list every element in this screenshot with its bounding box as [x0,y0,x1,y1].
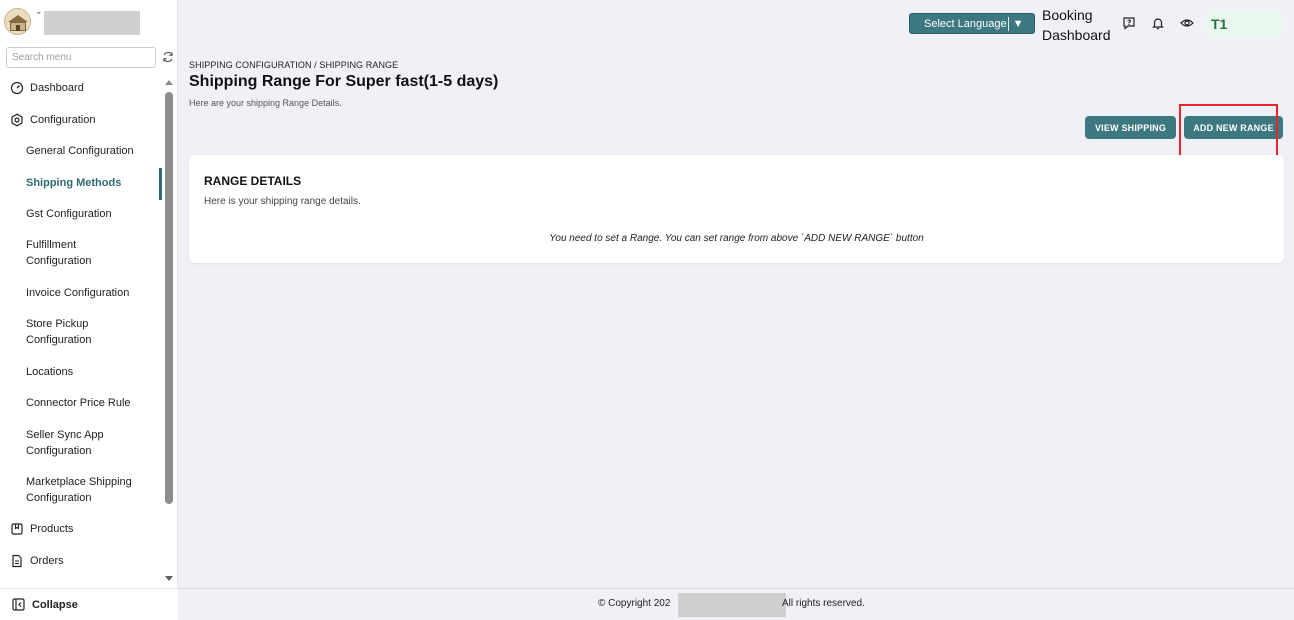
sidebar-item-label: Seller Sync App Configuration [26,429,104,457]
sidebar-item-label: Marketplace Shipping Configuration [26,476,132,504]
scrollbar-thumb[interactable] [165,92,173,504]
annotation-highlight-box [1179,104,1278,159]
sidebar-item-label: Connector Price Rule [26,397,131,409]
collapse-panel-icon [12,598,25,611]
copyright-suffix: All rights reserved. [782,598,865,609]
booking-dashboard-link[interactable]: Booking Dashboard [1042,5,1117,45]
store-logo-icon [4,8,31,35]
scroll-up-arrow-icon[interactable] [165,80,173,85]
sidebar-item-fulfillment-configuration[interactable]: Fulfillment Configuration [26,238,126,269]
sidebar-item-seller-sync-app-configuration[interactable]: Seller Sync App Configuration [26,428,126,459]
search-menu-input[interactable] [6,47,156,68]
eye-icon[interactable] [1180,16,1194,30]
collapse-sidebar-button[interactable]: Collapse [0,588,178,620]
sidebar-menu: Dashboard Configuration General Configur… [0,76,162,584]
copyright-redacted [678,593,786,617]
brand[interactable]: ˇ [4,8,174,36]
sidebar-item-label: Locations [26,366,74,378]
annotation-arrow-icon [1131,165,1203,219]
sidebar-item-label: Fulfillment Configuration [26,239,92,267]
sidebar-item-shipping-methods[interactable]: Shipping Methods [26,176,156,192]
card-title: RANGE DETAILS [204,174,302,188]
sidebar: ˇ Dashboard Configuration Gene [0,0,178,620]
dashboard-gauge-icon [10,81,24,95]
sidebar-item-label: Shipping Methods [26,177,122,189]
card-subtitle: Here is your shipping range details. [204,196,361,207]
sidebar-item-general-configuration[interactable]: General Configuration [26,144,156,160]
language-label: Select Language [924,17,1007,30]
sidebar-item-label: Configuration [30,114,96,126]
sidebar-item-marketplace-shipping-configuration[interactable]: Marketplace Shipping Configuration [26,475,146,506]
page-title: Shipping Range For Super fast(1-5 days) [189,73,499,90]
sidebar-item-label: Invoice Configuration [26,287,130,299]
breadcrumb: SHIPPING CONFIGURATION / SHIPPING RANGE [189,60,399,70]
chat-help-icon[interactable] [1122,16,1136,30]
sidebar-item-label: Products [30,523,74,535]
sidebar-item-store-pickup-configuration[interactable]: Store Pickup Configuration [26,317,126,348]
footer: © Copyright 202 All rights reserved. [178,588,1294,620]
orders-document-icon [12,554,22,568]
bell-icon[interactable] [1151,16,1165,30]
language-separator [1007,16,1009,31]
sidebar-item-configuration[interactable]: Configuration [10,113,162,127]
sidebar-item-gst-configuration[interactable]: Gst Configuration [26,207,156,223]
sidebar-scrollbar[interactable] [163,78,175,586]
brand-caret: ˇ [37,11,41,23]
range-details-card: RANGE DETAILS Here is your shipping rang… [189,155,1284,263]
scroll-down-arrow-icon[interactable] [165,576,173,581]
products-box-icon [11,523,23,535]
menu-search [6,47,174,68]
sidebar-item-label: Gst Configuration [26,208,112,220]
active-item-indicator [159,168,162,200]
select-language-button[interactable]: Select Language ▼ [909,13,1035,34]
sidebar-item-label: General Configuration [26,145,134,157]
empty-state-message: You need to set a Range. You can set ran… [549,233,924,244]
caret-down-icon: ▼ [1012,17,1024,30]
sidebar-item-dashboard[interactable]: Dashboard [10,81,162,95]
page-subtitle: Here are your shipping Range Details. [189,98,342,108]
store-name-redacted [44,11,140,35]
sidebar-item-locations[interactable]: Locations [26,365,156,381]
sidebar-item-label: Orders [30,555,64,567]
copyright-prefix: © Copyright 202 [598,598,671,609]
settings-icon [11,113,23,127]
view-shipping-button[interactable]: VIEW SHIPPING [1085,116,1176,139]
sidebar-item-orders[interactable]: Orders [10,554,162,568]
sidebar-item-label: Dashboard [30,82,84,94]
refresh-icon[interactable] [161,50,175,64]
sidebar-item-products[interactable]: Products [10,522,162,536]
collapse-label: Collapse [32,598,78,611]
user-avatar[interactable]: T1 [1204,10,1284,38]
sidebar-item-label: Store Pickup Configuration [26,318,92,346]
sidebar-item-connector-price-rule[interactable]: Connector Price Rule [26,396,156,412]
user-initials: T1 [1211,16,1228,32]
sidebar-item-invoice-configuration[interactable]: Invoice Configuration [26,286,156,302]
